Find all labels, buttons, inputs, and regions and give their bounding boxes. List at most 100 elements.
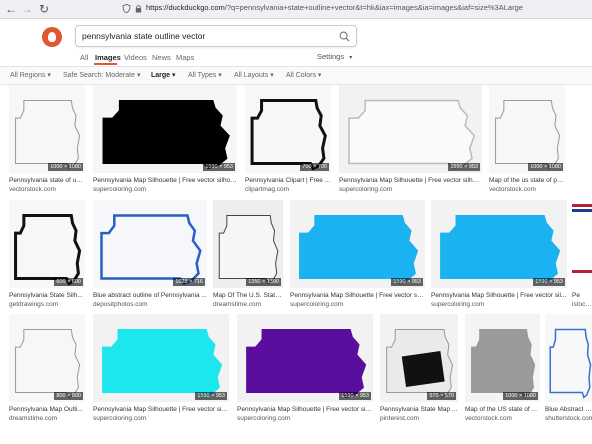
image-result-tile[interactable]: 1000 × 1080 Map of the US state of ... vec… xyxy=(465,314,540,428)
image-result-title[interactable]: Pennsylvania Map Silhouette | Free vecto… xyxy=(237,406,373,413)
image-result-tile[interactable]: 1350 × 1390 Map Of The U.S. State ... drea… xyxy=(213,200,283,314)
image-result-source[interactable]: depositphotos.com xyxy=(93,301,207,308)
image-result-tile[interactable]: 1590 × 953 Pennsylvania Map Silhouette | … xyxy=(93,314,229,428)
image-result-tile[interactable]: 1590 × 953 Pennsylvania Map Silhouette | … xyxy=(290,200,425,314)
tab-maps[interactable]: Maps xyxy=(176,53,194,62)
image-result-source[interactable]: supercoloring.com xyxy=(93,415,229,422)
tab-news[interactable]: News xyxy=(152,53,171,62)
image-result-thumbnail[interactable]: 1590 × 953 xyxy=(93,85,237,173)
filter-type[interactable]: All Types ▾ xyxy=(188,71,222,79)
filter-layout[interactable]: All Layouts ▾ xyxy=(234,71,274,79)
settings-menu[interactable]: Settings ▾ xyxy=(317,52,352,61)
image-result-title[interactable]: Pennsylvania Map Silhouette | Free vecto… xyxy=(431,292,567,299)
image-result-title[interactable]: Pennsylvania Clipart | Free ... xyxy=(245,177,331,184)
image-result-source[interactable]: supercoloring.com xyxy=(93,186,237,193)
image-result-title[interactable]: Pennsylvania State Map ... xyxy=(380,406,458,413)
image-result-source[interactable]: supercoloring.com xyxy=(237,415,373,422)
address-bar[interactable]: https://duckduckgo.com/?q=pennsylvania+s… xyxy=(146,3,523,12)
lock-icon[interactable] xyxy=(134,4,143,13)
image-result-source[interactable]: vectorstock.com xyxy=(465,415,540,422)
tab-videos[interactable]: Videos xyxy=(124,53,147,62)
shield-icon[interactable] xyxy=(122,4,131,13)
filter-color[interactable]: All Colors ▾ xyxy=(286,71,321,79)
image-result-title[interactable]: Pennsylvania Map Silhouette | Free vecto… xyxy=(93,177,237,184)
filter-bar: All Regions ▾ Safe Search: Moderate ▾ La… xyxy=(0,67,592,84)
image-size-badge: 1590 × 953 xyxy=(203,163,235,171)
duckduckgo-logo-icon[interactable] xyxy=(42,27,62,47)
image-result-title[interactable]: Map Of The U.S. State ... xyxy=(213,292,283,299)
image-result-title[interactable]: Pennsylvania state of us ... xyxy=(9,177,85,184)
image-result-title[interactable]: Blue Abstract Ou... xyxy=(545,406,592,413)
image-result-source[interactable]: shutterstock.com xyxy=(545,415,592,422)
filter-safe-search[interactable]: Safe Search: Moderate ▾ xyxy=(63,71,140,79)
forward-arrow-icon[interactable]: → xyxy=(20,2,34,16)
image-result-thumbnail[interactable]: 1000 × 1080 xyxy=(465,314,540,402)
image-result-thumbnail[interactable]: 1590 × 953 xyxy=(237,314,373,402)
image-result-source[interactable]: dreamstime.com xyxy=(9,415,85,422)
image-result-title[interactable]: Pennsylvania Map Silhouette | Free vecto… xyxy=(290,292,425,299)
search-input[interactable]: pennsylvania state outline vector xyxy=(75,25,357,47)
filter-region[interactable]: All Regions ▾ xyxy=(10,71,51,79)
image-result-title[interactable]: Blue abstract outline of Pennsylvania ..… xyxy=(93,292,207,299)
image-result-source[interactable]: istockph xyxy=(572,301,592,308)
image-result-thumbnail[interactable]: 1590 × 953 xyxy=(339,85,482,173)
image-result-source[interactable]: clipartmag.com xyxy=(245,186,331,193)
image-result-title[interactable]: Pennsylvania Map Outli... xyxy=(9,406,85,413)
image-result-tile[interactable]: Pe istockph xyxy=(572,200,592,314)
image-result-thumbnail[interactable]: 1000 × 1080 xyxy=(9,85,85,173)
image-result-title[interactable]: Pennsylvania Map Silhouette | Free vecto… xyxy=(339,177,482,184)
image-result-tile[interactable]: 1000 × 1080 Map of the us state of pe... v… xyxy=(489,85,565,199)
image-size-badge: 570 × 570 xyxy=(427,392,456,400)
image-result-tile[interactable]: 570 × 570 Pennsylvania State Map ... pinte… xyxy=(380,314,458,428)
image-result-tile[interactable]: 1023 × 716 Blue abstract outline of Penns… xyxy=(93,200,207,314)
image-size-badge: 1590 × 953 xyxy=(533,278,565,286)
tab-all[interactable]: All xyxy=(80,53,88,62)
image-result-source[interactable]: dreamstime.com xyxy=(213,301,283,308)
image-result-source[interactable]: supercoloring.com xyxy=(431,301,567,308)
image-result-title[interactable]: Pennsylvania Map Silhouette | Free vecto… xyxy=(93,406,229,413)
image-result-thumbnail[interactable]: 1350 × 1390 xyxy=(213,200,283,288)
image-result-tile[interactable]: 600 × 600 Pennsylvania State Silh... getdr… xyxy=(9,200,85,314)
image-result-thumbnail[interactable]: 800 × 800 xyxy=(9,314,85,402)
image-result-thumbnail[interactable]: 1000 × 1080 xyxy=(489,85,565,173)
image-result-source[interactable]: getdrawings.com xyxy=(9,301,85,308)
image-result-tile[interactable]: 1590 × 953 Pennsylvania Map Silhouette | … xyxy=(431,200,567,314)
settings-label: Settings xyxy=(317,52,345,61)
image-result-thumbnail[interactable]: 1023 × 716 xyxy=(93,200,207,288)
image-result-tile[interactable]: Blue Abstract Ou... shutterstock.com xyxy=(545,314,592,428)
image-result-tile[interactable]: 1590 × 953 Pennsylvania Map Silhouette | … xyxy=(93,85,237,199)
image-result-title[interactable]: Pennsylvania State Silh... xyxy=(9,292,85,299)
reload-icon[interactable]: ↻ xyxy=(37,2,51,16)
back-arrow-icon[interactable]: ← xyxy=(4,2,18,16)
image-size-badge: 1000 × 1080 xyxy=(48,163,83,171)
image-result-thumbnail[interactable]: 1590 × 953 xyxy=(431,200,567,288)
image-result-thumbnail[interactable]: 1590 × 953 xyxy=(290,200,425,288)
image-result-source[interactable]: vectorstock.com xyxy=(9,186,85,193)
image-result-tile[interactable]: 700 × 700 Pennsylvania Clipart | Free ...… xyxy=(245,85,331,199)
image-result-thumbnail[interactable]: 1590 × 953 xyxy=(93,314,229,402)
image-result-tile[interactable]: 800 × 800 Pennsylvania Map Outli... dreams… xyxy=(9,314,85,428)
image-result-source[interactable]: supercoloring.com xyxy=(290,301,425,308)
search-icon[interactable] xyxy=(339,31,350,42)
image-result-thumbnail[interactable] xyxy=(572,200,592,288)
tab-images[interactable]: Images xyxy=(95,53,121,62)
image-result-source[interactable]: supercoloring.com xyxy=(339,186,482,193)
filter-label: All Types xyxy=(188,72,217,79)
image-result-tile[interactable]: 1000 × 1080 Pennsylvania state of us ... v… xyxy=(9,85,85,199)
image-result-thumbnail[interactable]: 700 × 700 xyxy=(245,85,331,173)
filter-label: All Regions xyxy=(10,72,46,79)
image-result-tile[interactable]: 1590 × 953 Pennsylvania Map Silhouette | … xyxy=(237,314,373,428)
image-result-thumbnail[interactable]: 600 × 600 xyxy=(9,200,85,288)
image-result-title[interactable]: Map of the us state of pe... xyxy=(489,177,565,184)
image-result-tile[interactable]: 1590 × 953 Pennsylvania Map Silhouette | … xyxy=(339,85,482,199)
image-result-source[interactable]: vectorstock.com xyxy=(489,186,565,193)
image-size-badge: 1590 × 953 xyxy=(391,278,423,286)
image-result-source[interactable]: pinterest.com xyxy=(380,415,458,422)
image-size-badge: 700 × 700 xyxy=(300,163,329,171)
filter-label: All Layouts xyxy=(234,72,269,79)
filter-size[interactable]: Large ▾ xyxy=(151,71,176,79)
image-result-title[interactable]: Pe xyxy=(572,292,592,299)
image-result-thumbnail[interactable]: 570 × 570 xyxy=(380,314,458,402)
image-result-title[interactable]: Map of the US state of ... xyxy=(465,406,540,413)
image-result-thumbnail[interactable] xyxy=(545,314,592,402)
